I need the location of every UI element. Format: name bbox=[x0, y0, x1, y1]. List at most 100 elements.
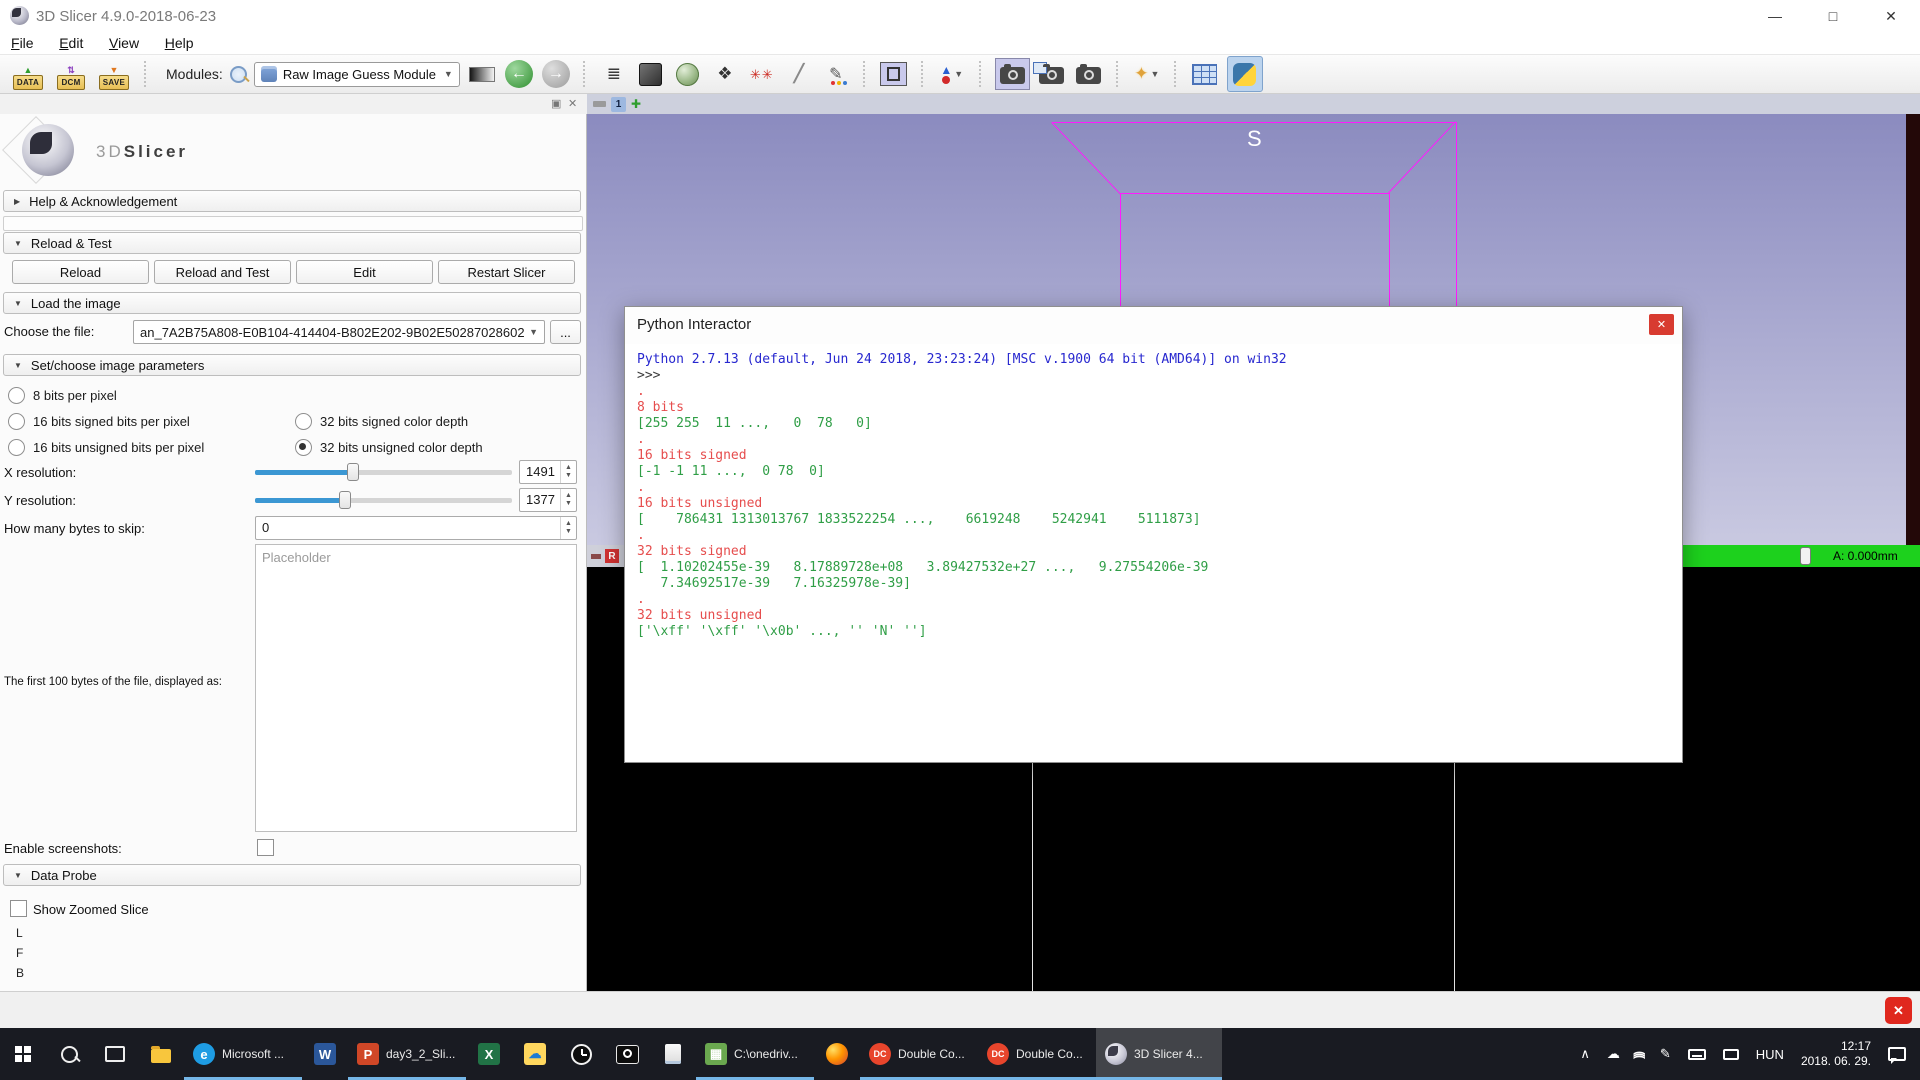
maximize-button[interactable]: □ bbox=[1804, 0, 1862, 32]
view-pin-icon[interactable] bbox=[593, 101, 606, 107]
menu-view[interactable]: View bbox=[98, 32, 150, 54]
red-slice-label[interactable]: R bbox=[605, 549, 619, 563]
markups-button[interactable]: ✳✳ bbox=[747, 58, 777, 90]
radio-16-bits-unsigned-bits-per-pixel[interactable]: 16 bits unsigned bits per pixel bbox=[8, 434, 204, 460]
panel-pin-icon[interactable]: ▣ bbox=[551, 97, 561, 111]
section-load-image[interactable]: ▼ Load the image bbox=[3, 292, 581, 314]
slicer-tile[interactable]: 3D Slicer 4... bbox=[1096, 1028, 1222, 1080]
python-window-titlebar[interactable]: Python Interactor ✕ bbox=[625, 307, 1682, 345]
double-commander-tile-2[interactable]: DCDouble Co... bbox=[978, 1028, 1096, 1080]
maximize-view-icon[interactable]: ✚ bbox=[631, 98, 641, 110]
spin-up-icon[interactable]: ▲ bbox=[565, 520, 572, 528]
browse-file-button[interactable]: ... bbox=[550, 320, 581, 344]
screenshot-button[interactable] bbox=[995, 58, 1030, 90]
x-resolution-slider[interactable] bbox=[255, 460, 512, 484]
menu-edit[interactable]: Edit bbox=[48, 32, 94, 54]
reload-and-test-button[interactable]: Reload and Test bbox=[154, 260, 291, 284]
camera-app-button[interactable] bbox=[604, 1028, 650, 1080]
section-help-acknowledgement[interactable]: ▶ Help & Acknowledgement bbox=[3, 190, 581, 212]
image-viewer-tile[interactable]: ▦C:\onedriv... bbox=[696, 1028, 814, 1080]
double-commander-tile-1[interactable]: DCDouble Co... bbox=[860, 1028, 978, 1080]
spin-up-icon[interactable]: ▲ bbox=[565, 492, 572, 500]
start-button[interactable] bbox=[0, 1028, 46, 1080]
radio-8-bits-per-pixel[interactable]: 8 bits per pixel bbox=[8, 382, 204, 408]
slice-pin-icon[interactable] bbox=[591, 554, 601, 559]
spin-arrows[interactable]: ▲▼ bbox=[560, 517, 576, 539]
module-history-button[interactable] bbox=[467, 58, 497, 90]
models-button[interactable] bbox=[673, 58, 703, 90]
layout-selector-button[interactable] bbox=[879, 58, 909, 90]
spin-down-icon[interactable]: ▼ bbox=[565, 528, 572, 536]
search-button[interactable] bbox=[46, 1028, 92, 1080]
spin-down-icon[interactable]: ▼ bbox=[565, 472, 572, 480]
file-explorer-button[interactable] bbox=[138, 1028, 184, 1080]
spin-up-icon[interactable]: ▲ bbox=[565, 464, 572, 472]
bytes-skip-spinbox[interactable]: 0 ▲▼ bbox=[255, 516, 577, 540]
module-search-icon[interactable] bbox=[230, 66, 247, 83]
secondary-display-icon[interactable] bbox=[1723, 1049, 1739, 1060]
annotations-button[interactable]: ✎ bbox=[821, 58, 851, 90]
file-combobox[interactable]: an_7A2B75A808-E0B104-414404-B802E202-9B0… bbox=[133, 320, 545, 344]
powerpoint-tile[interactable]: Pday3_2_Sli... bbox=[348, 1028, 466, 1080]
python-interactor-button[interactable] bbox=[1227, 58, 1263, 90]
language-indicator[interactable]: HUN bbox=[1756, 1047, 1784, 1062]
python-close-button[interactable]: ✕ bbox=[1649, 314, 1674, 335]
load-data-button[interactable]: ▲ DATA bbox=[10, 58, 46, 90]
taskbar-clock[interactable]: 12:17 2018. 06. 29. bbox=[1801, 1039, 1871, 1069]
alarms-clock-button[interactable] bbox=[558, 1028, 604, 1080]
y-resolution-slider[interactable] bbox=[255, 488, 512, 512]
extensions-button[interactable] bbox=[636, 58, 666, 90]
action-center-icon[interactable] bbox=[1888, 1047, 1906, 1061]
minimize-button[interactable]: — bbox=[1746, 0, 1804, 32]
module-list-button[interactable]: ≣ bbox=[599, 58, 629, 90]
radio-16-bits-signed-bits-per-pixel[interactable]: 16 bits signed bits per pixel bbox=[8, 408, 204, 434]
enable-screenshots-checkbox[interactable] bbox=[257, 839, 274, 856]
transforms-button[interactable]: ❖ bbox=[710, 58, 740, 90]
load-dicom-button[interactable]: ⇅ DCM bbox=[53, 58, 89, 90]
module-forward-button[interactable]: → bbox=[541, 58, 571, 90]
edge-tile[interactable]: eMicrosoft ... bbox=[184, 1028, 302, 1080]
menu-file[interactable]: File bbox=[0, 32, 45, 54]
module-selector[interactable]: Raw Image Guess Module ▼ bbox=[254, 62, 460, 87]
favorites-button[interactable]: ✦ ▼ bbox=[1132, 58, 1162, 90]
extension-table-button[interactable] bbox=[1190, 58, 1220, 90]
view3d-label[interactable]: 1 bbox=[611, 97, 626, 112]
scene-restore-button[interactable] bbox=[1074, 58, 1104, 90]
radio-32-bits-unsigned-color-depth[interactable]: 32 bits unsigned color depth bbox=[295, 434, 483, 460]
onedrive-cloud-icon[interactable]: ☁ bbox=[1607, 1046, 1620, 1062]
x-resolution-spinbox[interactable]: 1491 ▲▼ bbox=[519, 460, 577, 484]
pen-icon[interactable]: ✎ bbox=[1660, 1046, 1671, 1062]
spin-arrows[interactable]: ▲▼ bbox=[560, 489, 576, 511]
task-view-button[interactable] bbox=[92, 1028, 138, 1080]
reload-button[interactable]: Reload bbox=[12, 260, 149, 284]
slider-handle[interactable] bbox=[339, 491, 351, 509]
notes-app-button[interactable] bbox=[650, 1028, 696, 1080]
section-data-probe[interactable]: ▼ Data Probe bbox=[3, 864, 581, 886]
radio-32-bits-signed-color-depth[interactable]: 32 bits signed color depth bbox=[295, 408, 483, 434]
crosshair-button[interactable]: ▲ ▼ bbox=[937, 58, 967, 90]
tray-chevron-icon[interactable]: ∧ bbox=[1580, 1046, 1590, 1062]
edit-button[interactable]: Edit bbox=[296, 260, 433, 284]
touch-keyboard-icon[interactable] bbox=[1688, 1049, 1706, 1060]
y-resolution-spinbox[interactable]: 1377 ▲▼ bbox=[519, 488, 577, 512]
scene-view-button[interactable] bbox=[1037, 58, 1067, 90]
python-console[interactable]: Python 2.7.13 (default, Jun 24 2018, 23:… bbox=[625, 344, 1682, 762]
preview-textarea[interactable]: Placeholder bbox=[255, 544, 577, 832]
show-zoomed-slice-checkbox[interactable] bbox=[10, 900, 27, 917]
ruler-button[interactable]: ╱ bbox=[784, 58, 814, 90]
section-image-parameters[interactable]: ▼ Set/choose image parameters bbox=[3, 354, 581, 376]
restart-slicer-button[interactable]: Restart Slicer bbox=[438, 260, 575, 284]
section-reload-test[interactable]: ▼ Reload & Test bbox=[3, 232, 581, 254]
save-button[interactable]: ▼ SAVE bbox=[96, 58, 132, 90]
wifi-icon[interactable]: ((( bbox=[1637, 1047, 1643, 1061]
word-button[interactable]: W bbox=[302, 1028, 348, 1080]
firefox-button[interactable] bbox=[814, 1028, 860, 1080]
spin-down-icon[interactable]: ▼ bbox=[565, 500, 572, 508]
panel-close-icon[interactable]: ✕ bbox=[568, 97, 577, 111]
module-back-button[interactable]: ← bbox=[504, 58, 534, 90]
slider-handle[interactable] bbox=[347, 463, 359, 481]
slice-offset-handle[interactable] bbox=[1800, 547, 1811, 565]
close-button[interactable]: ✕ bbox=[1862, 0, 1920, 32]
menu-help[interactable]: Help bbox=[154, 32, 205, 54]
sticky-notes-button[interactable]: ☁ bbox=[512, 1028, 558, 1080]
